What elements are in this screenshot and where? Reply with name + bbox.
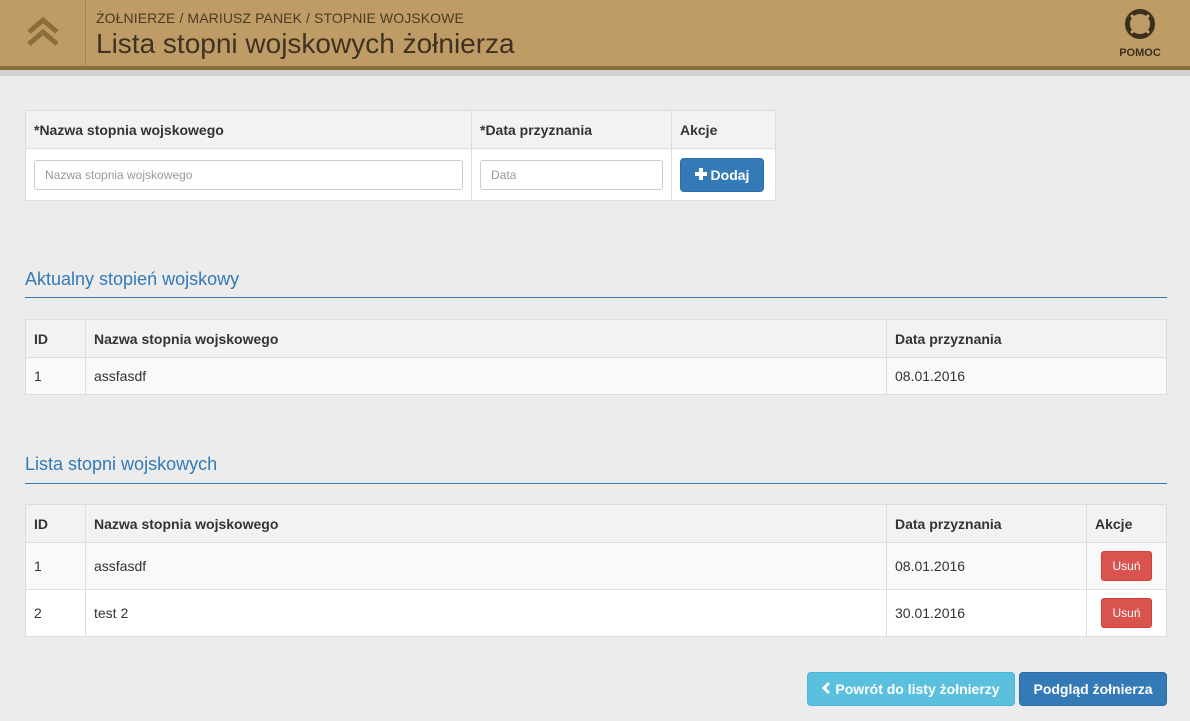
lifebuoy-icon: [1124, 8, 1156, 43]
col-name: Nazwa stopnia wojskowego: [85, 319, 887, 358]
cell-actions: Usuń: [1086, 589, 1167, 637]
double-chevron-up-icon: [25, 14, 61, 53]
breadcrumb: ŻOŁNIERZE / MARIUSZ PANEK / STOPNIE WOJS…: [96, 10, 464, 26]
cell-actions: Usuń: [1086, 542, 1167, 590]
add-rank-form: *Nazwa stopnia wojskowego *Data przyznan…: [25, 110, 776, 201]
back-to-soldiers-button[interactable]: Powrót do listy żołnierzy: [807, 672, 1015, 706]
current-rank-table: ID Nazwa stopnia wojskowego Data przyzna…: [25, 319, 1167, 395]
app-header: ŻOŁNIERZE / MARIUSZ PANEK / STOPNIE WOJS…: [0, 0, 1190, 66]
col-name: Nazwa stopnia wojskowego: [85, 504, 887, 543]
rank-list-divider: [25, 483, 1167, 484]
delete-button[interactable]: Usuń: [1101, 598, 1152, 628]
current-rank-heading: Aktualny stopień wojskowy: [25, 269, 240, 289]
cell-id: 1: [25, 542, 86, 590]
cell-date: 08.01.2016: [886, 357, 1167, 395]
form-cell-date: [471, 148, 672, 201]
col-actions: Akcje: [1086, 504, 1167, 543]
current-rank-divider: [25, 297, 1167, 298]
form-header-actions: Akcje: [671, 110, 776, 149]
rank-list-heading: Lista stopni wojskowych: [25, 454, 218, 474]
table-row: 1 assfasdf 08.01.2016 Usuń: [25, 542, 1167, 590]
chevron-left-icon: [822, 681, 831, 697]
page-title: Lista stopni wojskowych żołnierza: [96, 28, 515, 59]
header-shadow: [0, 70, 1190, 76]
cell-id: 2: [25, 589, 86, 637]
table-row: 2 test 2 30.01.2016 Usuń: [25, 589, 1167, 637]
form-cell-name: [25, 148, 472, 201]
rank-list-table: ID Nazwa stopnia wojskowego Data przyzna…: [25, 504, 1167, 637]
col-date: Data przyznania: [886, 504, 1087, 543]
col-id: ID: [25, 504, 86, 543]
form-header-name: *Nazwa stopnia wojskowego: [25, 110, 472, 149]
cell-name: assfasdf: [85, 542, 887, 590]
help-button[interactable]: POMOC: [1112, 8, 1168, 60]
rank-name-input[interactable]: [34, 159, 463, 190]
add-button-label: Dodaj: [710, 166, 750, 183]
form-cell-action: Dodaj: [671, 148, 776, 201]
back-button-label: Powrót do listy żołnierzy: [835, 681, 1000, 697]
go-up-button[interactable]: [0, 0, 86, 66]
cell-date: 08.01.2016: [886, 542, 1087, 590]
view-soldier-button[interactable]: Podgląd żołnierza: [1019, 672, 1167, 706]
help-label: POMOC: [1119, 47, 1161, 59]
delete-button[interactable]: Usuń: [1101, 551, 1152, 581]
col-id: ID: [25, 319, 86, 358]
cell-name: assfasdf: [85, 357, 887, 395]
table-row: 1 assfasdf 08.01.2016: [25, 357, 1167, 395]
cell-id: 1: [25, 357, 86, 395]
cell-name: test 2: [85, 589, 887, 637]
col-date: Data przyznania: [886, 319, 1167, 358]
form-header-date: *Data przyznania: [471, 110, 672, 149]
cell-date: 30.01.2016: [886, 589, 1087, 637]
date-input[interactable]: [480, 159, 663, 190]
add-button[interactable]: Dodaj: [680, 157, 764, 192]
plus-icon: [694, 167, 707, 183]
